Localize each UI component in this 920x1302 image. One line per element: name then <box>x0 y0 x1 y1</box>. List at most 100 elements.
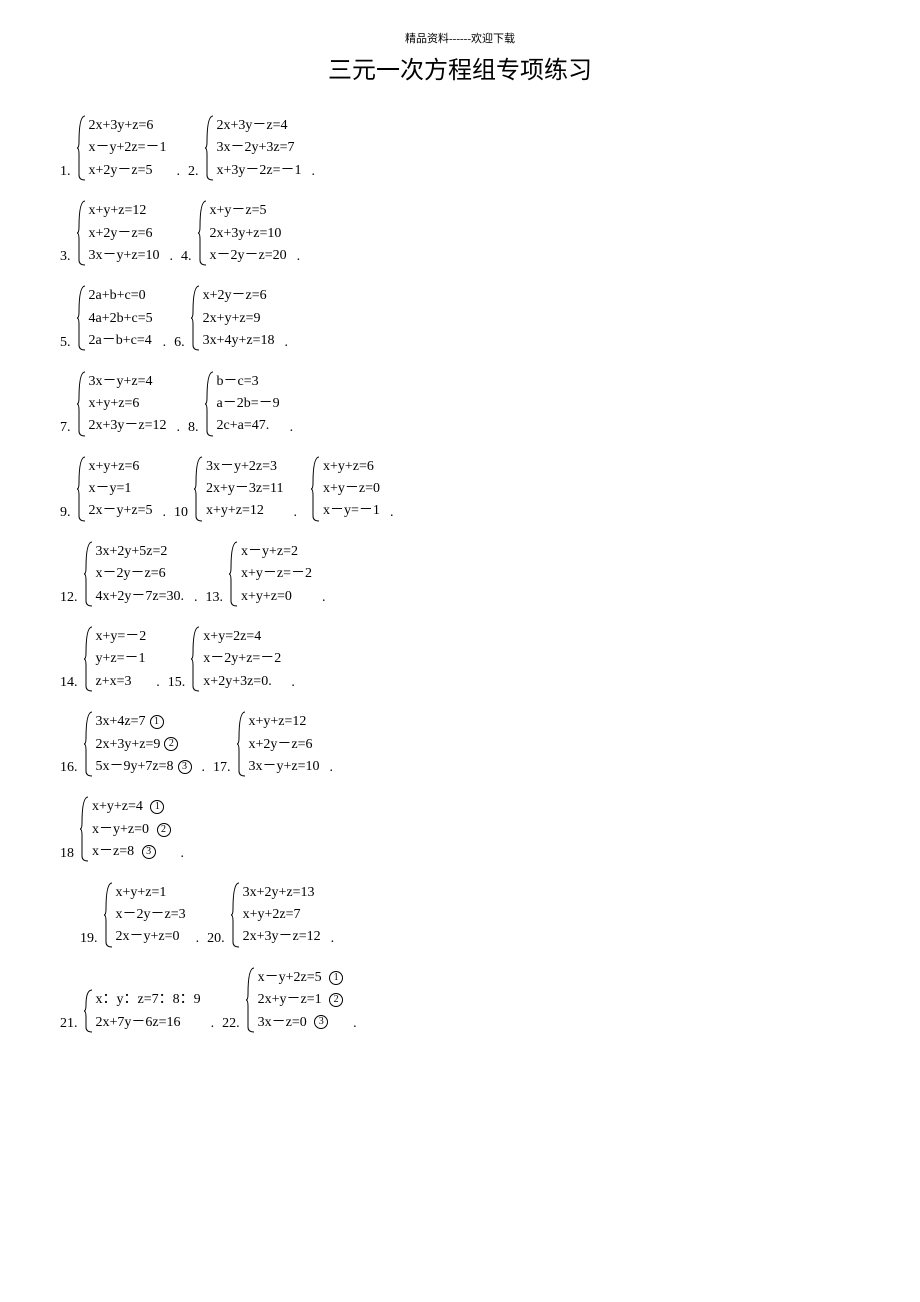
equations: x+y+z=6x+y－z=0x－y=－1 <box>321 456 380 523</box>
brace-icon <box>77 285 87 351</box>
period: . <box>290 420 294 438</box>
equation-system: x+y－z=52x+3y+z=10x－2y－z=20 <box>198 200 287 267</box>
equation: x－y+2z=5 1 <box>258 967 344 989</box>
equation-system: x+y+z=6x+y－z=0x－y=－1 <box>311 456 380 523</box>
period: . <box>331 931 335 949</box>
problem-item: 21. x：y：z=7：8：92x+7y－6z=16 <box>60 989 201 1034</box>
problem-number: 4. <box>181 249 192 267</box>
equation-system: x+y+z=12x+2y－z=63x－y+z=10 <box>77 200 160 267</box>
equation-system: 2x+3y+z=6x－y+2z=－1x+2y－z=5 <box>77 115 167 182</box>
brace-icon <box>231 882 241 948</box>
equation: 3x－2y+3z=7 <box>217 137 302 159</box>
equation: 4x+2y－7z=30. <box>96 586 185 608</box>
problem-number: 17. <box>213 760 231 778</box>
period: . <box>177 164 181 182</box>
problem-item: 3. x+y+z=12x+2y－z=63x－y+z=10 <box>60 200 160 267</box>
equation-system: 3x+2y+5z=2x－2y－z=64x+2y－7z=30. <box>84 541 185 608</box>
equation: x－2y+z=－2 <box>203 648 281 670</box>
header-small-text: 精品资料------欢迎下载 <box>50 30 870 46</box>
problem-row: 5. 2a+b+c=04a+2b+c=52a－b+c=4. 6. x+2y－z=6… <box>60 285 870 352</box>
problem-row: 18 x+y+z=4 1x－y+z=0 2x－z=8 3. <box>60 796 870 863</box>
equation: a－2b=－9 <box>217 393 280 415</box>
problem-number: 8. <box>188 420 199 438</box>
brace-icon <box>84 711 94 777</box>
equation-system: x+y+z=6x－y=12x－y+z=5 <box>77 456 153 523</box>
equation: 3x－z=0 3 <box>258 1012 344 1034</box>
brace-icon <box>84 541 94 607</box>
problem-number: 7. <box>60 420 71 438</box>
problem-item: 18 x+y+z=4 1x－y+z=0 2x－z=8 3 <box>60 796 171 863</box>
equation: z+x=3 <box>96 671 147 693</box>
equations: x：y：z=7：8：92x+7y－6z=16 <box>94 989 201 1034</box>
equations: x+2y－z=62x+y+z=93x+4y+z=18 <box>201 285 275 352</box>
equations: 3x－y+2z=32x+y－3z=11x+y+z=12 <box>204 456 284 523</box>
equation: y+z=－1 <box>96 648 147 670</box>
equation: x+y－z=0 <box>323 478 380 500</box>
problem-number: 6. <box>174 335 185 353</box>
problem-number: 19. <box>80 931 98 949</box>
equations: x+y+z=6x－y=12x－y+z=5 <box>87 456 153 523</box>
problem-item: 5. 2a+b+c=04a+2b+c=52a－b+c=4 <box>60 285 153 352</box>
equation: 4a+2b+c=5 <box>89 308 153 330</box>
problem-row: 3. x+y+z=12x+2y－z=63x－y+z=10.4. x+y－z=52… <box>60 200 870 267</box>
problem-item: 17. x+y+z=12x+2y－z=63x－y+z=10 <box>213 711 320 778</box>
problem-item: 10 3x－y+2z=32x+y－3z=11x+y+z=12 <box>174 456 284 523</box>
equation: x+y=－2 <box>96 626 147 648</box>
equation-system: b－c=3a－2b=－92c+a=47. <box>205 371 280 438</box>
equation: 2a+b+c=0 <box>89 285 153 307</box>
period: . <box>194 590 198 608</box>
brace-icon <box>77 200 87 266</box>
problem-item: 20. 3x+2y+z=13x+y+2z=72x+3y－z=12 <box>207 882 321 949</box>
equation: 5x－9y+7z=83 <box>96 756 192 778</box>
equations: 2x+3y+z=6x－y+2z=－1x+2y－z=5 <box>87 115 167 182</box>
period: . <box>322 590 326 608</box>
equation: 3x－y+z=10 <box>89 245 160 267</box>
problem-row: 7. 3x－y+z=4x+y+z=62x+3y－z=12. 8. b－c=3a－2… <box>60 371 870 438</box>
problem-number: 18 <box>60 846 74 864</box>
period: . <box>202 760 206 778</box>
period: . <box>390 505 394 523</box>
equation: x+y=2z=4 <box>203 626 281 648</box>
period: . <box>163 335 167 353</box>
equation: b－c=3 <box>217 371 280 393</box>
problem-number: 22. <box>222 1016 240 1034</box>
brace-icon <box>80 796 90 862</box>
equation: x+y+z=6 <box>323 456 380 478</box>
brace-icon <box>205 115 215 181</box>
equation-system: x+y+z=1x－2y－z=32x－y+z=0 <box>104 882 186 949</box>
equation: x+y+z=12 <box>89 200 160 222</box>
equation: 2x+3y－z=12 <box>89 415 167 437</box>
equation: x+3y－2z=－1 <box>217 160 302 182</box>
period: . <box>196 931 200 949</box>
brace-icon <box>77 371 87 437</box>
equation-system: x+y=2z=4x－2y+z=－2x+2y+3z=0. <box>191 626 281 693</box>
brace-icon <box>311 456 321 522</box>
equation: 2x+3y－z=4 <box>217 115 302 137</box>
equation: 2a－b+c=4 <box>89 330 153 352</box>
problem-item: 16. 3x+4z=712x+3y+z=925x－9y+7z=83 <box>60 711 192 778</box>
period: . <box>156 675 160 693</box>
equation: 2x+y+z=9 <box>203 308 275 330</box>
equation: x+y－z=－2 <box>241 563 312 585</box>
equations: 3x+2y+z=13x+y+2z=72x+3y－z=12 <box>241 882 321 949</box>
equation: 2x+y－3z=11 <box>206 478 284 500</box>
equation: x+y+z=1 <box>116 882 186 904</box>
equations: 2a+b+c=04a+2b+c=52a－b+c=4 <box>87 285 153 352</box>
equation: x+y+z=12 <box>249 711 320 733</box>
problem-number: 3. <box>60 249 71 267</box>
brace-icon <box>77 456 87 522</box>
brace-icon <box>77 115 87 181</box>
brace-icon <box>84 989 94 1033</box>
problem-row: 12. 3x+2y+5z=2x－2y－z=64x+2y－7z=30..13. x… <box>60 541 870 608</box>
equations: x+y=－2y+z=－1z+x=3 <box>94 626 147 693</box>
equation-system: x+y+z=4 1x－y+z=0 2x－z=8 3 <box>80 796 171 863</box>
problem-row: 19. x+y+z=1x－2y－z=32x－y+z=0. 20. 3x+2y+z=… <box>80 882 870 949</box>
equation-system: x：y：z=7：8：92x+7y－6z=16 <box>84 989 201 1034</box>
equation: x+2y－z=5 <box>89 160 167 182</box>
equation: 2x+3y+z=10 <box>210 223 287 245</box>
problem-item: 7. 3x－y+z=4x+y+z=62x+3y－z=12 <box>60 371 167 438</box>
problem-number: 21. <box>60 1016 78 1034</box>
equation: x－2y－z=20 <box>210 245 287 267</box>
equation: x+y+2z=7 <box>243 904 321 926</box>
equation: x+y+z=6 <box>89 393 167 415</box>
